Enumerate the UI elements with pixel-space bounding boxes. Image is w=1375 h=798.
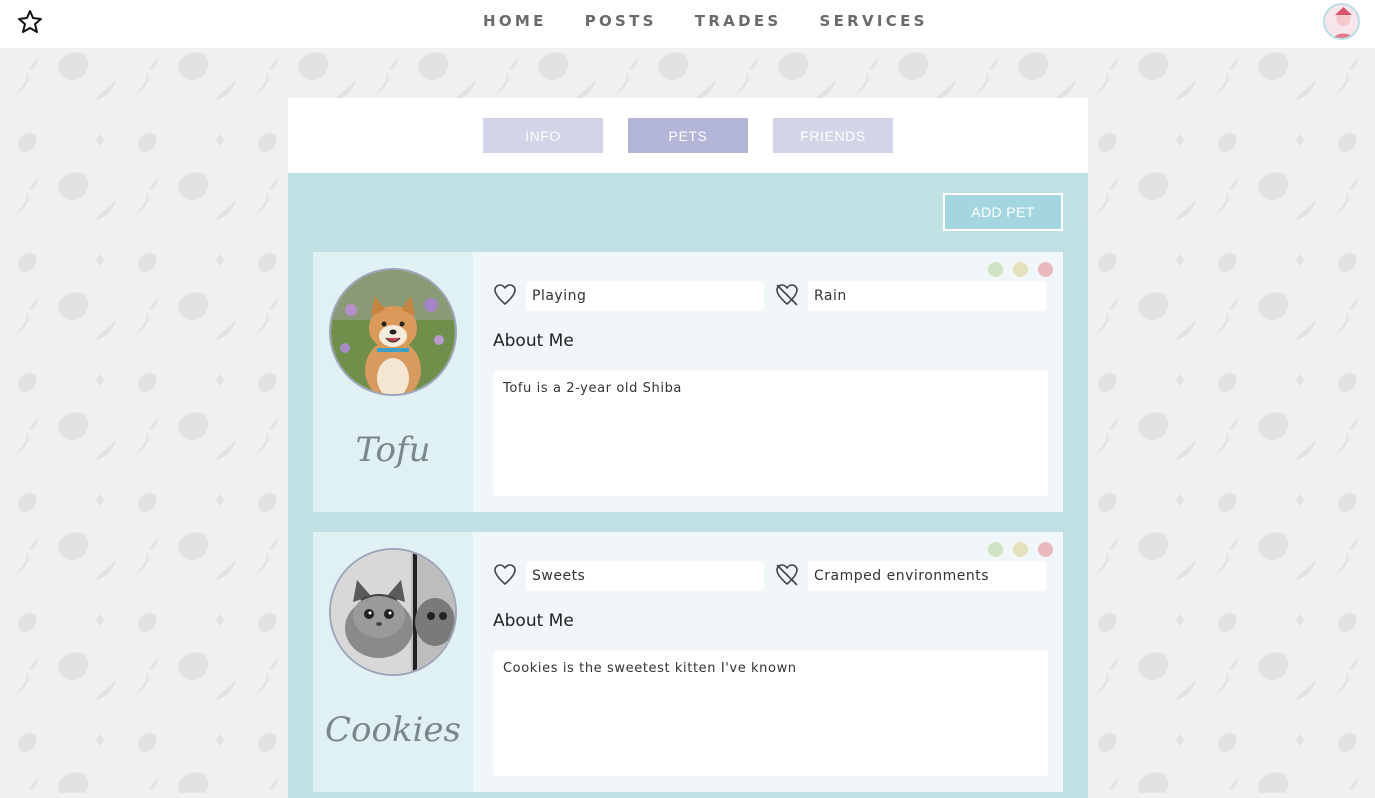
pets-panel: ADD PET Tofu Playing Rain About Me Tofu … [288, 173, 1088, 798]
pet-card: Cookies Sweets Cramped environments Abou… [313, 532, 1063, 792]
tab-friends[interactable]: FRIENDS [773, 118, 893, 153]
broken-heart-icon [776, 284, 798, 306]
top-navbar: HOME POSTS TRADES SERVICES [0, 0, 1375, 48]
about-me-heading: About Me [493, 611, 574, 631]
pet-sidebar: Tofu [313, 252, 473, 512]
dot-red[interactable] [1038, 542, 1053, 557]
dot-green[interactable] [988, 262, 1003, 277]
dot-yellow[interactable] [1013, 262, 1028, 277]
star-logo-icon[interactable] [17, 9, 43, 35]
heart-icon [494, 564, 516, 585]
nav-links: HOME POSTS TRADES SERVICES [483, 0, 966, 42]
about-me-text[interactable]: Cookies is the sweetest kitten I've know… [493, 651, 1048, 776]
add-pet-button[interactable]: ADD PET [943, 193, 1063, 231]
dot-green[interactable] [988, 542, 1003, 557]
pet-name: Cookies [325, 710, 461, 750]
dislikes-field[interactable]: Rain [808, 281, 1046, 311]
about-me-text[interactable]: Tofu is a 2-year old Shiba [493, 371, 1048, 496]
nav-trades[interactable]: TRADES [695, 12, 782, 30]
tab-info[interactable]: INFO [483, 118, 603, 153]
pet-name: Tofu [355, 430, 431, 470]
user-avatar[interactable] [1323, 3, 1360, 40]
nav-home[interactable]: HOME [483, 12, 547, 30]
nav-posts[interactable]: POSTS [585, 12, 657, 30]
profile-card: INFO PETS FRIENDS ADD PET Tofu Playing R… [288, 98, 1088, 798]
about-me-heading: About Me [493, 331, 574, 351]
heart-icon [494, 284, 516, 305]
pet-photo [329, 268, 457, 396]
window-dots [988, 542, 1053, 557]
likes-field[interactable]: Sweets [526, 561, 764, 591]
profile-tabs: INFO PETS FRIENDS [483, 118, 893, 153]
pet-sidebar: Cookies [313, 532, 473, 792]
nav-services[interactable]: SERVICES [819, 12, 927, 30]
broken-heart-icon [776, 564, 798, 586]
window-dots [988, 262, 1053, 277]
dot-yellow[interactable] [1013, 542, 1028, 557]
dot-red[interactable] [1038, 262, 1053, 277]
dislikes-field[interactable]: Cramped environments [808, 561, 1046, 591]
likes-field[interactable]: Playing [526, 281, 764, 311]
pet-card: Tofu Playing Rain About Me Tofu is a 2-y… [313, 252, 1063, 512]
tab-pets[interactable]: PETS [628, 118, 748, 153]
pet-photo [329, 548, 457, 676]
